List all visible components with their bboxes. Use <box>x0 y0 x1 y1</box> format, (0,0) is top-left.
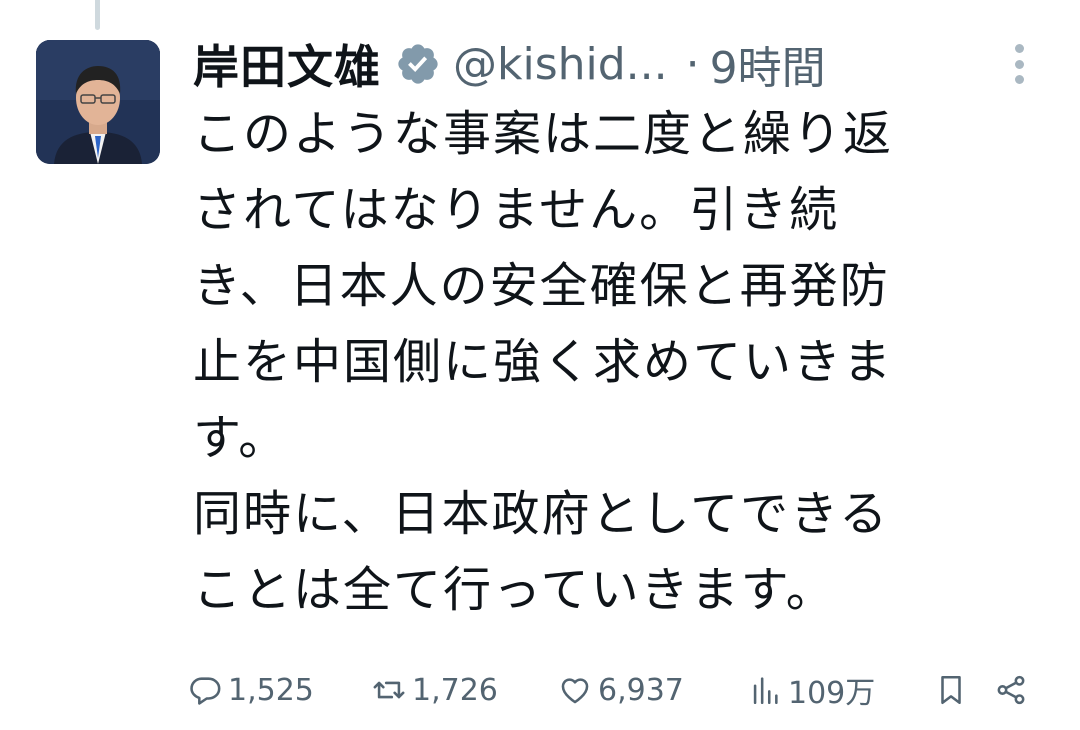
share-button[interactable] <box>994 673 1034 707</box>
timestamp[interactable]: 9時間 <box>710 32 826 96</box>
tweet-text-line: ことは全て行っていきます。 <box>193 562 836 618</box>
avatar[interactable] <box>36 40 160 164</box>
tweet-text-line: き、日本人の安全確保と再発防 <box>193 258 890 314</box>
share-icon <box>997 675 1025 705</box>
reply-button[interactable]: 1,525 <box>188 673 314 708</box>
separator-dot: · <box>685 38 700 90</box>
like-count: 6,937 <box>598 672 684 708</box>
tweet-text-line: このような事案は二度と繰り返 <box>193 106 894 162</box>
verified-badge-icon <box>398 44 438 84</box>
like-button[interactable]: 6,937 <box>558 673 684 708</box>
avatar-image <box>36 40 160 164</box>
author-handle[interactable]: @kishid... <box>453 39 668 90</box>
tweet-text-line: 止を中国側に強く求めていきま <box>193 334 894 390</box>
retweet-button[interactable]: 1,726 <box>372 673 498 708</box>
tweet-header: 岸田文雄 @kishid... · 9時間 <box>193 28 1033 100</box>
tweet-text-line: す。 <box>193 410 289 466</box>
more-options-icon[interactable] <box>1012 44 1026 84</box>
author-name[interactable]: 岸田文雄 <box>193 31 381 97</box>
retweet-icon <box>373 681 405 699</box>
tweet-text-line: されてはなりません。引き続 <box>193 182 840 238</box>
view-count: 109万 <box>788 676 876 711</box>
retweet-count: 1,726 <box>412 672 498 708</box>
bookmark-icon <box>941 675 961 705</box>
tweet-text: このような事案は二度と繰り返 されてはなりません。引き続 き、日本人の安全確保と… <box>193 96 1023 628</box>
tweet-text-line: 同時に、日本政府としてできる <box>193 486 890 542</box>
thread-connector-line <box>95 0 100 30</box>
analytics-icon <box>753 677 778 705</box>
bookmark-button[interactable] <box>934 673 974 707</box>
views-button[interactable]: 109万 <box>748 668 875 712</box>
reply-count: 1,525 <box>228 672 314 708</box>
tweet-actions: 1,525 1,726 6,937 109万 <box>188 660 1038 720</box>
reply-icon <box>190 677 221 705</box>
heart-icon <box>561 678 589 704</box>
